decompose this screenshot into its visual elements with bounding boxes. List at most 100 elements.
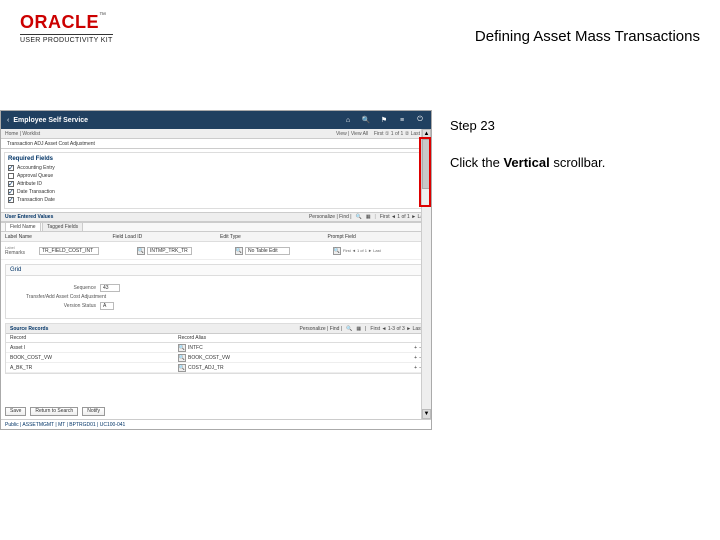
oracle-logo: ORACLE bbox=[20, 12, 99, 32]
checkbox[interactable] bbox=[8, 173, 14, 179]
src-col2: Record Alias bbox=[174, 334, 342, 342]
tab-tagged[interactable]: Tagged Fields bbox=[42, 222, 83, 232]
tabs-row: Field Name Tagged Fields bbox=[1, 222, 431, 232]
save-button[interactable]: Save bbox=[5, 407, 26, 416]
req-label: Accounting Entry bbox=[17, 165, 55, 171]
grid-title: Grid bbox=[6, 265, 426, 276]
source-records: Source Records Personalize | Find | 🔍 ▦ … bbox=[5, 323, 427, 374]
req-row: Date Transaction bbox=[8, 189, 424, 195]
personalize-link[interactable]: Personalize | Find | bbox=[300, 326, 343, 332]
col-header: Edit Type bbox=[216, 232, 324, 241]
power-icon[interactable]: ⏻ bbox=[415, 115, 425, 125]
app-titlebar: ‹ Employee Self Service ⌂ 🔍 ⚑ ≡ ⏻ bbox=[1, 111, 431, 129]
lookup-icon[interactable]: 🔍 bbox=[137, 247, 145, 255]
breadcrumb-text: Home | Worklist bbox=[5, 131, 40, 137]
checkbox[interactable] bbox=[8, 189, 14, 195]
req-row: Transaction Date bbox=[8, 197, 424, 203]
col-header: Prompt Field bbox=[324, 232, 432, 241]
section-title: Required Fields bbox=[8, 156, 424, 162]
req-row: Accounting Entry bbox=[8, 165, 424, 171]
transaction-crumb: Transaction ADJ Asset Cost Adjustment bbox=[1, 139, 431, 149]
checkbox[interactable] bbox=[8, 181, 14, 187]
seq-input[interactable]: 43 bbox=[100, 284, 120, 292]
notify-button[interactable]: Notify bbox=[82, 407, 105, 416]
footer-bar: Save Return to Search Notify bbox=[1, 405, 431, 417]
flag-icon[interactable]: ⚑ bbox=[379, 115, 389, 125]
lookup-icon[interactable]: 🔍 bbox=[333, 247, 341, 255]
column-headers: Label Name Field Load ID Edit Type Promp… bbox=[1, 232, 431, 242]
logo-block: ORACLE™ USER PRODUCTIVITY KIT bbox=[20, 12, 113, 44]
field-input[interactable]: TR_FIELD_COST_INT bbox=[39, 247, 99, 255]
row-nav: First ◄ 1 of 1 ► Last bbox=[343, 248, 381, 253]
src-rec: A_BK_TR bbox=[10, 365, 32, 371]
menu-icon[interactable]: ≡ bbox=[397, 115, 407, 125]
src-alias: COST_ADJ_TR bbox=[188, 365, 224, 371]
step-label: Step 23 bbox=[450, 118, 702, 133]
scroll-track[interactable] bbox=[422, 139, 431, 409]
src-alias: BOOK_COST_VW bbox=[188, 355, 230, 361]
src-rec: Asset I bbox=[10, 345, 25, 351]
source-title: Source Records bbox=[10, 326, 48, 332]
instruction-pane: Step 23 Click the Vertical scrollbar. bbox=[432, 110, 720, 430]
zoom-icon[interactable]: 🔍 bbox=[356, 214, 362, 220]
return-button[interactable]: Return to Search bbox=[30, 407, 78, 416]
scroll-thumb[interactable] bbox=[422, 139, 431, 189]
trademark: ™ bbox=[99, 12, 106, 19]
lookup-icon[interactable]: 🔍 bbox=[178, 354, 186, 362]
lookup-icon[interactable]: 🔍 bbox=[235, 247, 243, 255]
scroll-up-icon[interactable]: ▲ bbox=[422, 129, 431, 139]
add-icon[interactable]: + bbox=[414, 345, 417, 351]
nav-info: First ① 1 of 1 ② Last bbox=[374, 131, 420, 137]
app-title: Employee Self Service bbox=[13, 117, 343, 124]
status-line: Public | ASSETMGMT | MT | BPTRGD01 | UC1… bbox=[1, 419, 431, 429]
req-label: Transaction Date bbox=[17, 197, 55, 203]
req-row: Attribute ID bbox=[8, 181, 424, 187]
grid-section: Grid Sequence 43 Transfer/Add Asset Cost … bbox=[5, 264, 427, 319]
step-instruction: Click the Vertical scrollbar. bbox=[450, 155, 702, 170]
src-row: A_BK_TR 🔍COST_ADJ_TR +− bbox=[6, 363, 426, 373]
home-icon[interactable]: ⌂ bbox=[343, 115, 353, 125]
add-icon[interactable]: + bbox=[414, 365, 417, 371]
viewer-bar: Home | Worklist View | View All First ① … bbox=[1, 129, 431, 139]
add-icon[interactable]: + bbox=[414, 355, 417, 361]
required-fields-section: Required Fields Accounting Entry Approva… bbox=[4, 152, 428, 209]
user-values-header: User Entered Values Personalize | Find |… bbox=[1, 212, 431, 222]
ver-input[interactable]: A bbox=[100, 302, 114, 310]
tab-fieldname[interactable]: Field Name bbox=[5, 222, 41, 232]
instr-bold: Vertical bbox=[503, 155, 549, 170]
vertical-scrollbar[interactable]: ▲ ▼ bbox=[421, 129, 431, 419]
lookup-icon[interactable]: 🔍 bbox=[178, 364, 186, 372]
edittype-input[interactable]: No Table Edit bbox=[245, 247, 290, 255]
back-icon[interactable]: ‹ bbox=[7, 117, 9, 124]
label-col: LabelRemarks bbox=[1, 245, 39, 256]
grid-icon[interactable]: ▦ bbox=[356, 326, 361, 332]
req-label: Date Transaction bbox=[17, 189, 55, 195]
logo-subtitle: USER PRODUCTIVITY KIT bbox=[20, 34, 113, 44]
header: ORACLE™ USER PRODUCTIVITY KIT Defining A… bbox=[0, 0, 720, 60]
col-header: Label Name bbox=[1, 232, 109, 241]
req-label: Approval Queue bbox=[17, 173, 53, 179]
seq-label: Sequence bbox=[26, 285, 96, 291]
viewer-label[interactable]: View | View All bbox=[336, 131, 368, 137]
ver-label: Version Status bbox=[26, 303, 96, 309]
instr-post: scrollbar. bbox=[550, 155, 606, 170]
nav-right: First ◄ 1 of 1 ► Last bbox=[380, 214, 427, 220]
page-title: Defining Asset Mass Transactions bbox=[475, 28, 700, 45]
src-columns: Record Record Alias bbox=[6, 334, 426, 343]
data-row: LabelRemarks TR_FIELD_COST_INT 🔍INTMP_TR… bbox=[1, 242, 431, 260]
zoom-icon[interactable]: 🔍 bbox=[346, 326, 352, 332]
scroll-down-icon[interactable]: ▼ bbox=[422, 409, 431, 419]
content-area: ‹ Employee Self Service ⌂ 🔍 ⚑ ≡ ⏻ Home |… bbox=[0, 110, 720, 430]
search-icon[interactable]: 🔍 bbox=[361, 115, 371, 125]
checkbox[interactable] bbox=[8, 197, 14, 203]
section2-title: User Entered Values bbox=[5, 214, 53, 220]
personalize-link[interactable]: Personalize | Find | bbox=[309, 214, 352, 220]
checkbox[interactable] bbox=[8, 165, 14, 171]
lookup-icon[interactable]: 🔍 bbox=[178, 344, 186, 352]
lookup1-input[interactable]: INTMP_TRK_TR bbox=[147, 247, 192, 255]
grid-icon[interactable]: ▦ bbox=[366, 214, 371, 220]
app-screenshot: ‹ Employee Self Service ⌂ 🔍 ⚑ ≡ ⏻ Home |… bbox=[0, 110, 432, 430]
src-row: Asset I 🔍INTFC +− bbox=[6, 343, 426, 353]
req-label: Attribute ID bbox=[17, 181, 42, 187]
reason-label: Transfer/Add Asset Cost Adjustment bbox=[26, 294, 106, 300]
